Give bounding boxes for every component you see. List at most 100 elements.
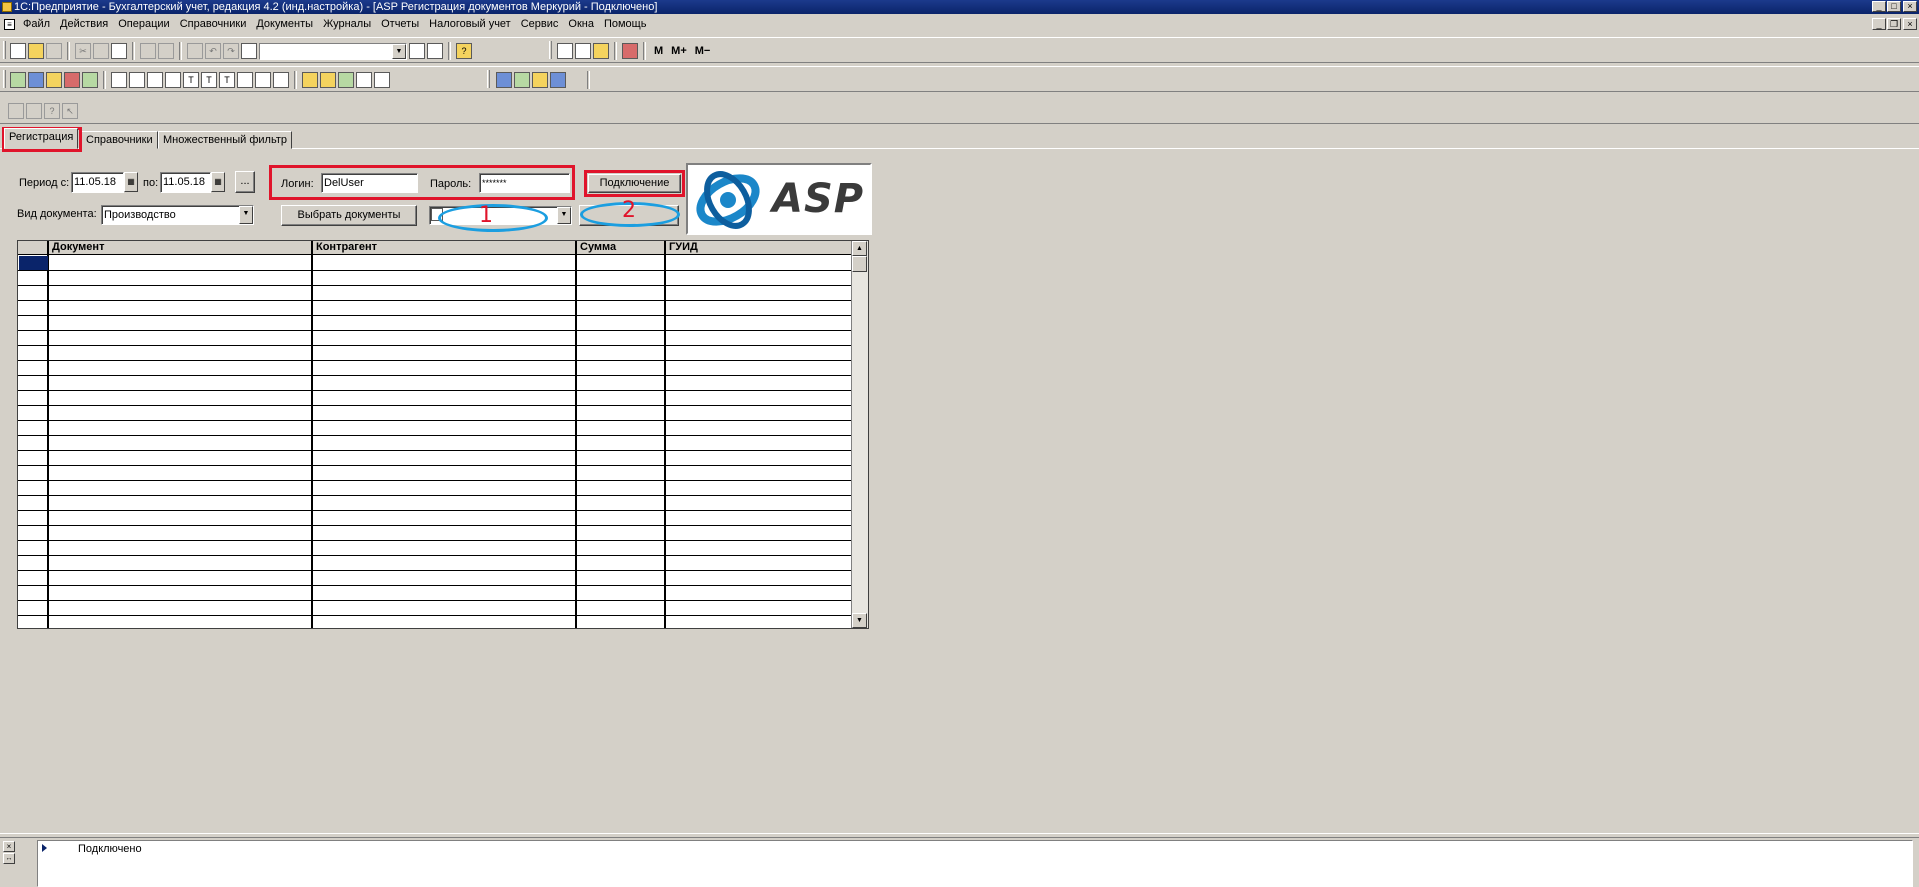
tab-multi-filter[interactable]: Множественный фильтр xyxy=(158,131,292,149)
chevron-down-icon[interactable]: ▼ xyxy=(392,43,406,59)
scroll-thumb[interactable] xyxy=(852,256,867,272)
menu-reports[interactable]: Отчеты xyxy=(381,18,419,30)
table-row[interactable] xyxy=(18,525,852,526)
table-row[interactable] xyxy=(18,390,852,391)
report-columns-icon[interactable] xyxy=(165,72,181,88)
report-sheet-icon[interactable] xyxy=(237,72,253,88)
table-row[interactable] xyxy=(18,270,852,271)
table-row[interactable] xyxy=(18,315,852,316)
table-row[interactable] xyxy=(18,585,852,586)
document-window-icon[interactable]: ≡ xyxy=(4,19,15,30)
report-table-icon[interactable] xyxy=(111,72,127,88)
column-header-guid[interactable]: ГУИД xyxy=(666,241,854,254)
mdi-close-icon[interactable]: × xyxy=(1903,18,1917,30)
documents-table[interactable]: Документ Контрагент Сумма ГУИД ▲ ▼ xyxy=(17,240,869,629)
cut-icon[interactable]: ✂ xyxy=(75,43,91,59)
help-doc-icon[interactable]: ? xyxy=(44,103,60,119)
report-chart-icon[interactable] xyxy=(273,72,289,88)
table-row[interactable] xyxy=(18,360,852,361)
login-input[interactable]: DelUser xyxy=(321,173,418,193)
menu-journals[interactable]: Журналы xyxy=(323,18,371,30)
menu-operations[interactable]: Операции xyxy=(118,18,169,30)
mdi-restore-icon[interactable]: ❐ xyxy=(1887,18,1901,30)
close-panel-icon[interactable]: × xyxy=(3,841,15,852)
report-list-icon[interactable] xyxy=(255,72,271,88)
column-header-counterparty[interactable]: Контрагент xyxy=(313,241,577,254)
table-row[interactable] xyxy=(18,300,852,301)
paste-icon[interactable] xyxy=(111,43,127,59)
copy-icon[interactable] xyxy=(93,43,109,59)
period-select-button[interactable]: ... xyxy=(235,171,255,193)
period-to-input[interactable]: 11.05.18 xyxy=(160,172,211,193)
menu-tax[interactable]: Налоговый учет xyxy=(429,18,511,30)
print-icon[interactable] xyxy=(140,43,156,59)
pin-panel-icon[interactable]: ↔ xyxy=(3,853,15,864)
redo-icon[interactable]: ↷ xyxy=(223,43,239,59)
table-row[interactable] xyxy=(18,435,852,436)
mdi-minimize-icon[interactable]: _ xyxy=(1872,18,1886,30)
menu-documents[interactable]: Документы xyxy=(256,18,313,30)
scroll-up-icon[interactable]: ▲ xyxy=(852,241,867,256)
table-row[interactable] xyxy=(18,450,852,451)
select-documents-button[interactable]: Выбрать документы xyxy=(281,205,417,226)
actions-icon[interactable] xyxy=(8,103,24,119)
maximize-icon[interactable]: □ xyxy=(1887,1,1901,12)
operations-icon[interactable] xyxy=(28,72,44,88)
calculator-icon[interactable] xyxy=(557,43,573,59)
tab-registration[interactable]: Регистрация xyxy=(4,128,79,149)
book-icon[interactable] xyxy=(622,43,638,59)
table-row[interactable] xyxy=(18,405,852,406)
menu-actions[interactable]: Действия xyxy=(60,18,108,30)
table-row[interactable] xyxy=(18,285,852,286)
stamp-icon[interactable] xyxy=(302,72,318,88)
undo-icon[interactable]: ↶ xyxy=(205,43,221,59)
print-preview-icon[interactable] xyxy=(158,43,174,59)
service-4-icon[interactable] xyxy=(550,72,566,88)
menu-service[interactable]: Сервис xyxy=(521,18,559,30)
report-checker-icon[interactable] xyxy=(147,72,163,88)
table-row[interactable] xyxy=(18,480,852,481)
properties-icon[interactable] xyxy=(187,43,203,59)
pointer-help-icon[interactable]: ↖ xyxy=(62,103,78,119)
globe-icon[interactable] xyxy=(338,72,354,88)
table-row[interactable] xyxy=(18,495,852,496)
service-1-icon[interactable] xyxy=(496,72,512,88)
service-3-icon[interactable] xyxy=(532,72,548,88)
report-t3-icon[interactable]: T xyxy=(219,72,235,88)
checkbox-icon[interactable] xyxy=(431,208,443,221)
search-combo[interactable]: ▼ xyxy=(259,42,407,60)
help-icon[interactable]: ? xyxy=(456,43,472,59)
calendar-icon[interactable] xyxy=(575,43,591,59)
table-row[interactable] xyxy=(18,330,852,331)
close-icon[interactable]: × xyxy=(1903,1,1917,12)
table-row[interactable] xyxy=(18,540,852,541)
wand-icon[interactable] xyxy=(320,72,336,88)
calendar-to-icon[interactable]: ▦ xyxy=(211,172,225,192)
tooltip-icon[interactable] xyxy=(593,43,609,59)
period-from-input[interactable]: 11.05.18 xyxy=(71,172,124,193)
table-row[interactable] xyxy=(18,345,852,346)
memory-m-button[interactable]: M xyxy=(651,45,666,57)
column-header-sum[interactable]: Сумма xyxy=(577,241,666,254)
journal-icon[interactable] xyxy=(46,72,62,88)
vertical-scrollbar[interactable]: ▲ ▼ xyxy=(851,241,868,628)
calendar-from-icon[interactable]: ▦ xyxy=(124,172,138,192)
new-document-icon[interactable] xyxy=(10,43,26,59)
chevron-down-icon[interactable]: ▼ xyxy=(557,207,571,224)
scroll-down-icon[interactable]: ▼ xyxy=(852,613,867,628)
tree-icon[interactable] xyxy=(82,72,98,88)
menu-catalogs[interactable]: Справочники xyxy=(180,18,247,30)
hidden-combo[interactable]: ▼ xyxy=(429,206,572,225)
chart-of-accounts-icon[interactable] xyxy=(10,72,26,88)
menu-file[interactable]: Файл xyxy=(23,18,50,30)
memory-m-minus-button[interactable]: M− xyxy=(692,45,714,57)
report-t-icon[interactable]: T xyxy=(183,72,199,88)
table-row[interactable] xyxy=(18,375,852,376)
table-row[interactable] xyxy=(18,555,852,556)
menu-windows[interactable]: Окна xyxy=(568,18,594,30)
menu-help[interactable]: Помощь xyxy=(604,18,647,30)
table-row[interactable] xyxy=(18,570,852,571)
filter-icon[interactable] xyxy=(26,103,42,119)
table-row[interactable] xyxy=(18,510,852,511)
doc-type-select[interactable]: Производство ▼ xyxy=(101,205,254,225)
